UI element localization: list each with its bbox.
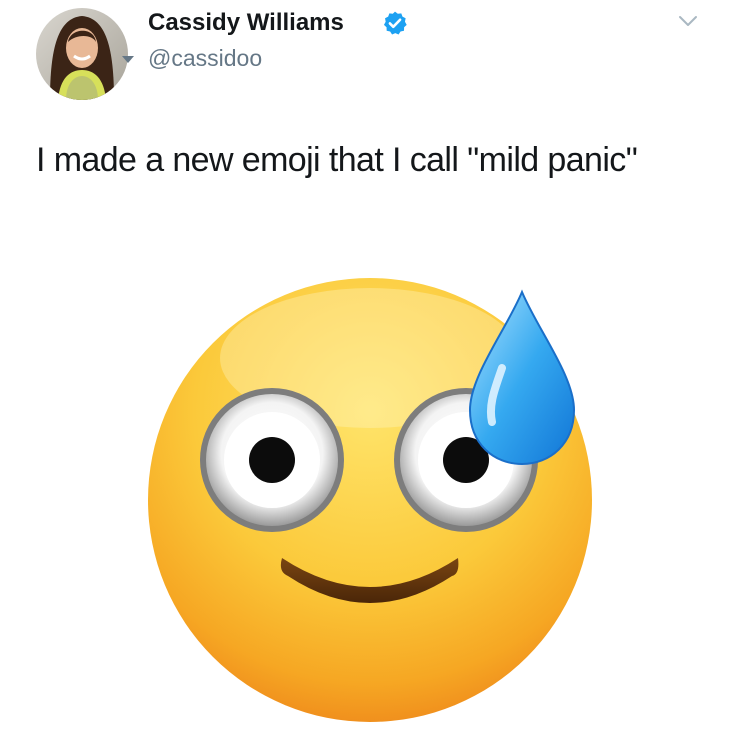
display-name[interactable]: Cassidy Williams <box>148 8 344 38</box>
avatar-status-caret <box>122 56 134 63</box>
avatar-image <box>36 8 128 100</box>
mild-panic-emoji <box>148 278 592 722</box>
user-handle[interactable]: @cassidoo <box>148 44 262 72</box>
chevron-down-icon[interactable] <box>676 12 700 30</box>
avatar[interactable] <box>36 8 128 100</box>
emoji-left-eye <box>200 388 344 532</box>
tweet-text: I made a new emoji that I call "mild pan… <box>36 141 638 179</box>
verified-badge-icon <box>383 11 407 35</box>
